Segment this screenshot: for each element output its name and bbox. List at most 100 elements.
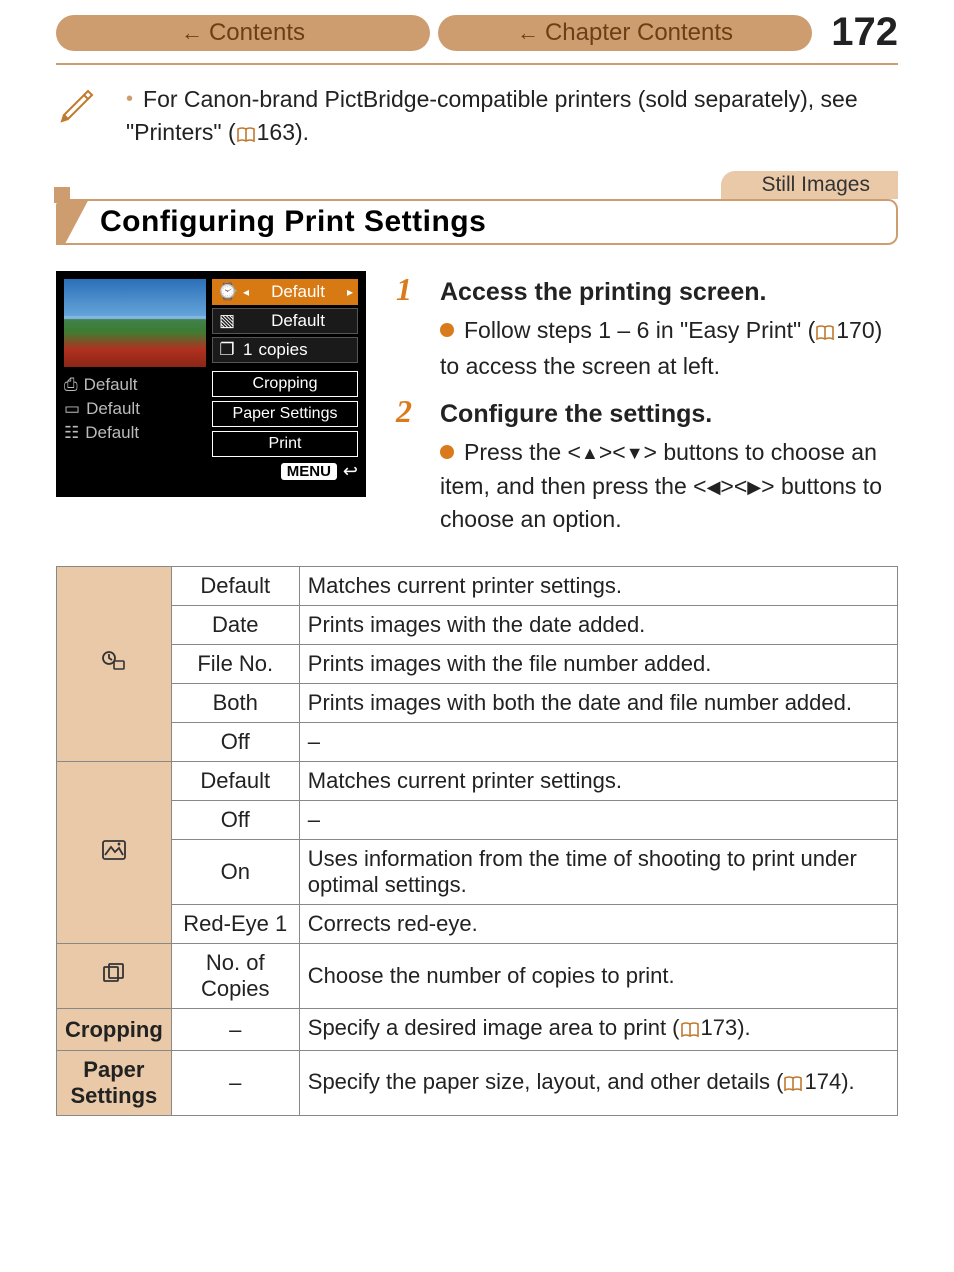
down-triangle-icon: ▼ — [626, 440, 644, 466]
still-images-tag: Still Images — [721, 171, 898, 199]
description-cell: Matches current printer settings. — [299, 567, 897, 606]
print-button: Print — [212, 431, 358, 457]
option-cell: File No. — [171, 645, 299, 684]
description-cell: Choose the number of copies to print. — [299, 944, 897, 1009]
step-1-heading: 1 Access the printing screen. — [396, 271, 898, 308]
cropping-button: Cropping — [212, 371, 358, 397]
top-nav-bar: ← Contents ← Chapter Contents 172 — [0, 10, 954, 63]
table-row: Off– — [57, 723, 898, 762]
page-link-174[interactable]: 174 — [804, 1069, 841, 1094]
manual-page: ← Contents ← Chapter Contents 172 •For C… — [0, 0, 954, 1156]
copies-value: 1 — [243, 340, 252, 360]
layout-default: ☷Default — [64, 423, 206, 443]
category-paper-settings: Paper Settings — [57, 1051, 172, 1116]
paper-size-icon: ⎙ — [64, 375, 78, 395]
photo-thumbnail — [64, 279, 206, 367]
description-cell: Prints images with both the date and fil… — [299, 684, 897, 723]
description-cell: Corrects red-eye. — [299, 905, 897, 944]
bullet-icon: • — [126, 85, 133, 114]
table-row: Cropping – Specify a desired image area … — [57, 1009, 898, 1051]
option-cell: Off — [171, 801, 299, 840]
up-triangle-icon: ▲ — [581, 440, 599, 466]
heading-text: Configuring Print Settings — [100, 205, 486, 239]
paper-size-default: ⎙Default — [64, 375, 206, 395]
option-cell: Default — [171, 567, 299, 606]
paper-settings-button: Paper Settings — [212, 401, 358, 427]
note-text-b: ). — [295, 119, 309, 145]
copies-option: ❐ 1 copies — [212, 337, 358, 363]
step-2-body: Press the <▲><▼> buttons to choose an it… — [396, 436, 898, 536]
table-row: DatePrints images with the date added. — [57, 606, 898, 645]
step-1-title: Access the printing screen. — [440, 278, 767, 307]
table-row: Paper Settings – Specify the paper size,… — [57, 1051, 898, 1116]
camera-screen-preview: ⌚ ◂ Default ▸ ▧ Default ❐ 1 copies — [56, 271, 366, 497]
option-cell: Red-Eye 1 — [171, 905, 299, 944]
description-cell: Prints images with the date added. — [299, 606, 897, 645]
option-cell: Default — [171, 762, 299, 801]
contents-label: Contents — [209, 19, 305, 47]
table-row: DefaultMatches current printer settings. — [57, 762, 898, 801]
opt1-value: Default — [255, 282, 341, 302]
option-cell: Both — [171, 684, 299, 723]
description-cell: – — [299, 723, 897, 762]
option-cell: – — [171, 1051, 299, 1116]
pencil-icon — [56, 83, 126, 153]
image-optimize-option: ▧ Default — [212, 308, 358, 334]
layout-icon: ☷ — [64, 423, 79, 443]
paper-type-icon: ▭ — [64, 399, 80, 419]
note-block: •For Canon-brand PictBridge-compatible p… — [0, 83, 954, 171]
copies-label: copies — [258, 340, 353, 360]
page-link-170[interactable]: 170 — [836, 317, 874, 343]
description-cell: Prints images with the file number added… — [299, 645, 897, 684]
return-icon: ↩ — [343, 461, 358, 482]
copies-icon: ❐ — [217, 340, 237, 360]
table-row: Off– — [57, 801, 898, 840]
back-arrow-icon: ← — [181, 20, 203, 46]
category-cropping: Cropping — [57, 1009, 172, 1051]
table-row: Red-Eye 1Corrects red-eye. — [57, 905, 898, 944]
category-optimize — [57, 762, 172, 944]
right-triangle-icon: ▶ — [747, 474, 761, 500]
settings-table: Default Matches current printer settings… — [56, 566, 898, 1116]
content-row: ⌚ ◂ Default ▸ ▧ Default ❐ 1 copies — [0, 245, 954, 557]
picture-icon: ▧ — [217, 311, 237, 331]
contents-button[interactable]: ← Contents — [56, 15, 430, 51]
back-arrow-icon: ← — [517, 20, 539, 46]
step-2-title: Configure the settings. — [440, 400, 712, 429]
clock-icon: ⌚ — [217, 282, 237, 302]
step-1-number: 1 — [396, 271, 426, 308]
heading-decoration — [56, 201, 100, 243]
triangle-right-icon: ▸ — [347, 285, 353, 299]
bullet-icon — [440, 445, 454, 459]
table-row: Default Matches current printer settings… — [57, 567, 898, 606]
print-effect-option: ⌚ ◂ Default ▸ — [212, 279, 358, 305]
table-row: No. of Copies Choose the number of copie… — [57, 944, 898, 1009]
table-row: File No.Prints images with the file numb… — [57, 645, 898, 684]
steps-column: 1 Access the printing screen. Follow ste… — [396, 271, 898, 547]
option-cell: – — [171, 1009, 299, 1051]
option-cell: On — [171, 840, 299, 905]
bullet-icon — [440, 323, 454, 337]
category-date-file — [57, 567, 172, 762]
paper-type-default: ▭Default — [64, 399, 206, 419]
chapter-contents-label: Chapter Contents — [545, 19, 733, 47]
note-text: •For Canon-brand PictBridge-compatible p… — [126, 83, 898, 153]
description-cell: Uses information from the time of shooti… — [299, 840, 897, 905]
page-link-173[interactable]: 173 — [701, 1015, 738, 1040]
triangle-left-icon: ◂ — [243, 285, 249, 299]
book-icon — [236, 119, 256, 152]
option-cell: No. of Copies — [171, 944, 299, 1009]
page-link-163[interactable]: 163 — [257, 119, 295, 145]
table-row: OnUses information from the time of shoo… — [57, 840, 898, 905]
header-divider — [56, 63, 898, 65]
chapter-contents-button[interactable]: ← Chapter Contents — [438, 15, 812, 51]
table-row: BothPrints images with both the date and… — [57, 684, 898, 723]
left-triangle-icon: ◀ — [707, 474, 721, 500]
section-heading: Configuring Print Settings — [56, 199, 898, 245]
category-copies — [57, 944, 172, 1009]
description-cell: Matches current printer settings. — [299, 762, 897, 801]
step-2-number: 2 — [396, 393, 426, 430]
option-cell: Date — [171, 606, 299, 645]
step-2-heading: 2 Configure the settings. — [396, 393, 898, 430]
book-icon — [815, 317, 835, 350]
